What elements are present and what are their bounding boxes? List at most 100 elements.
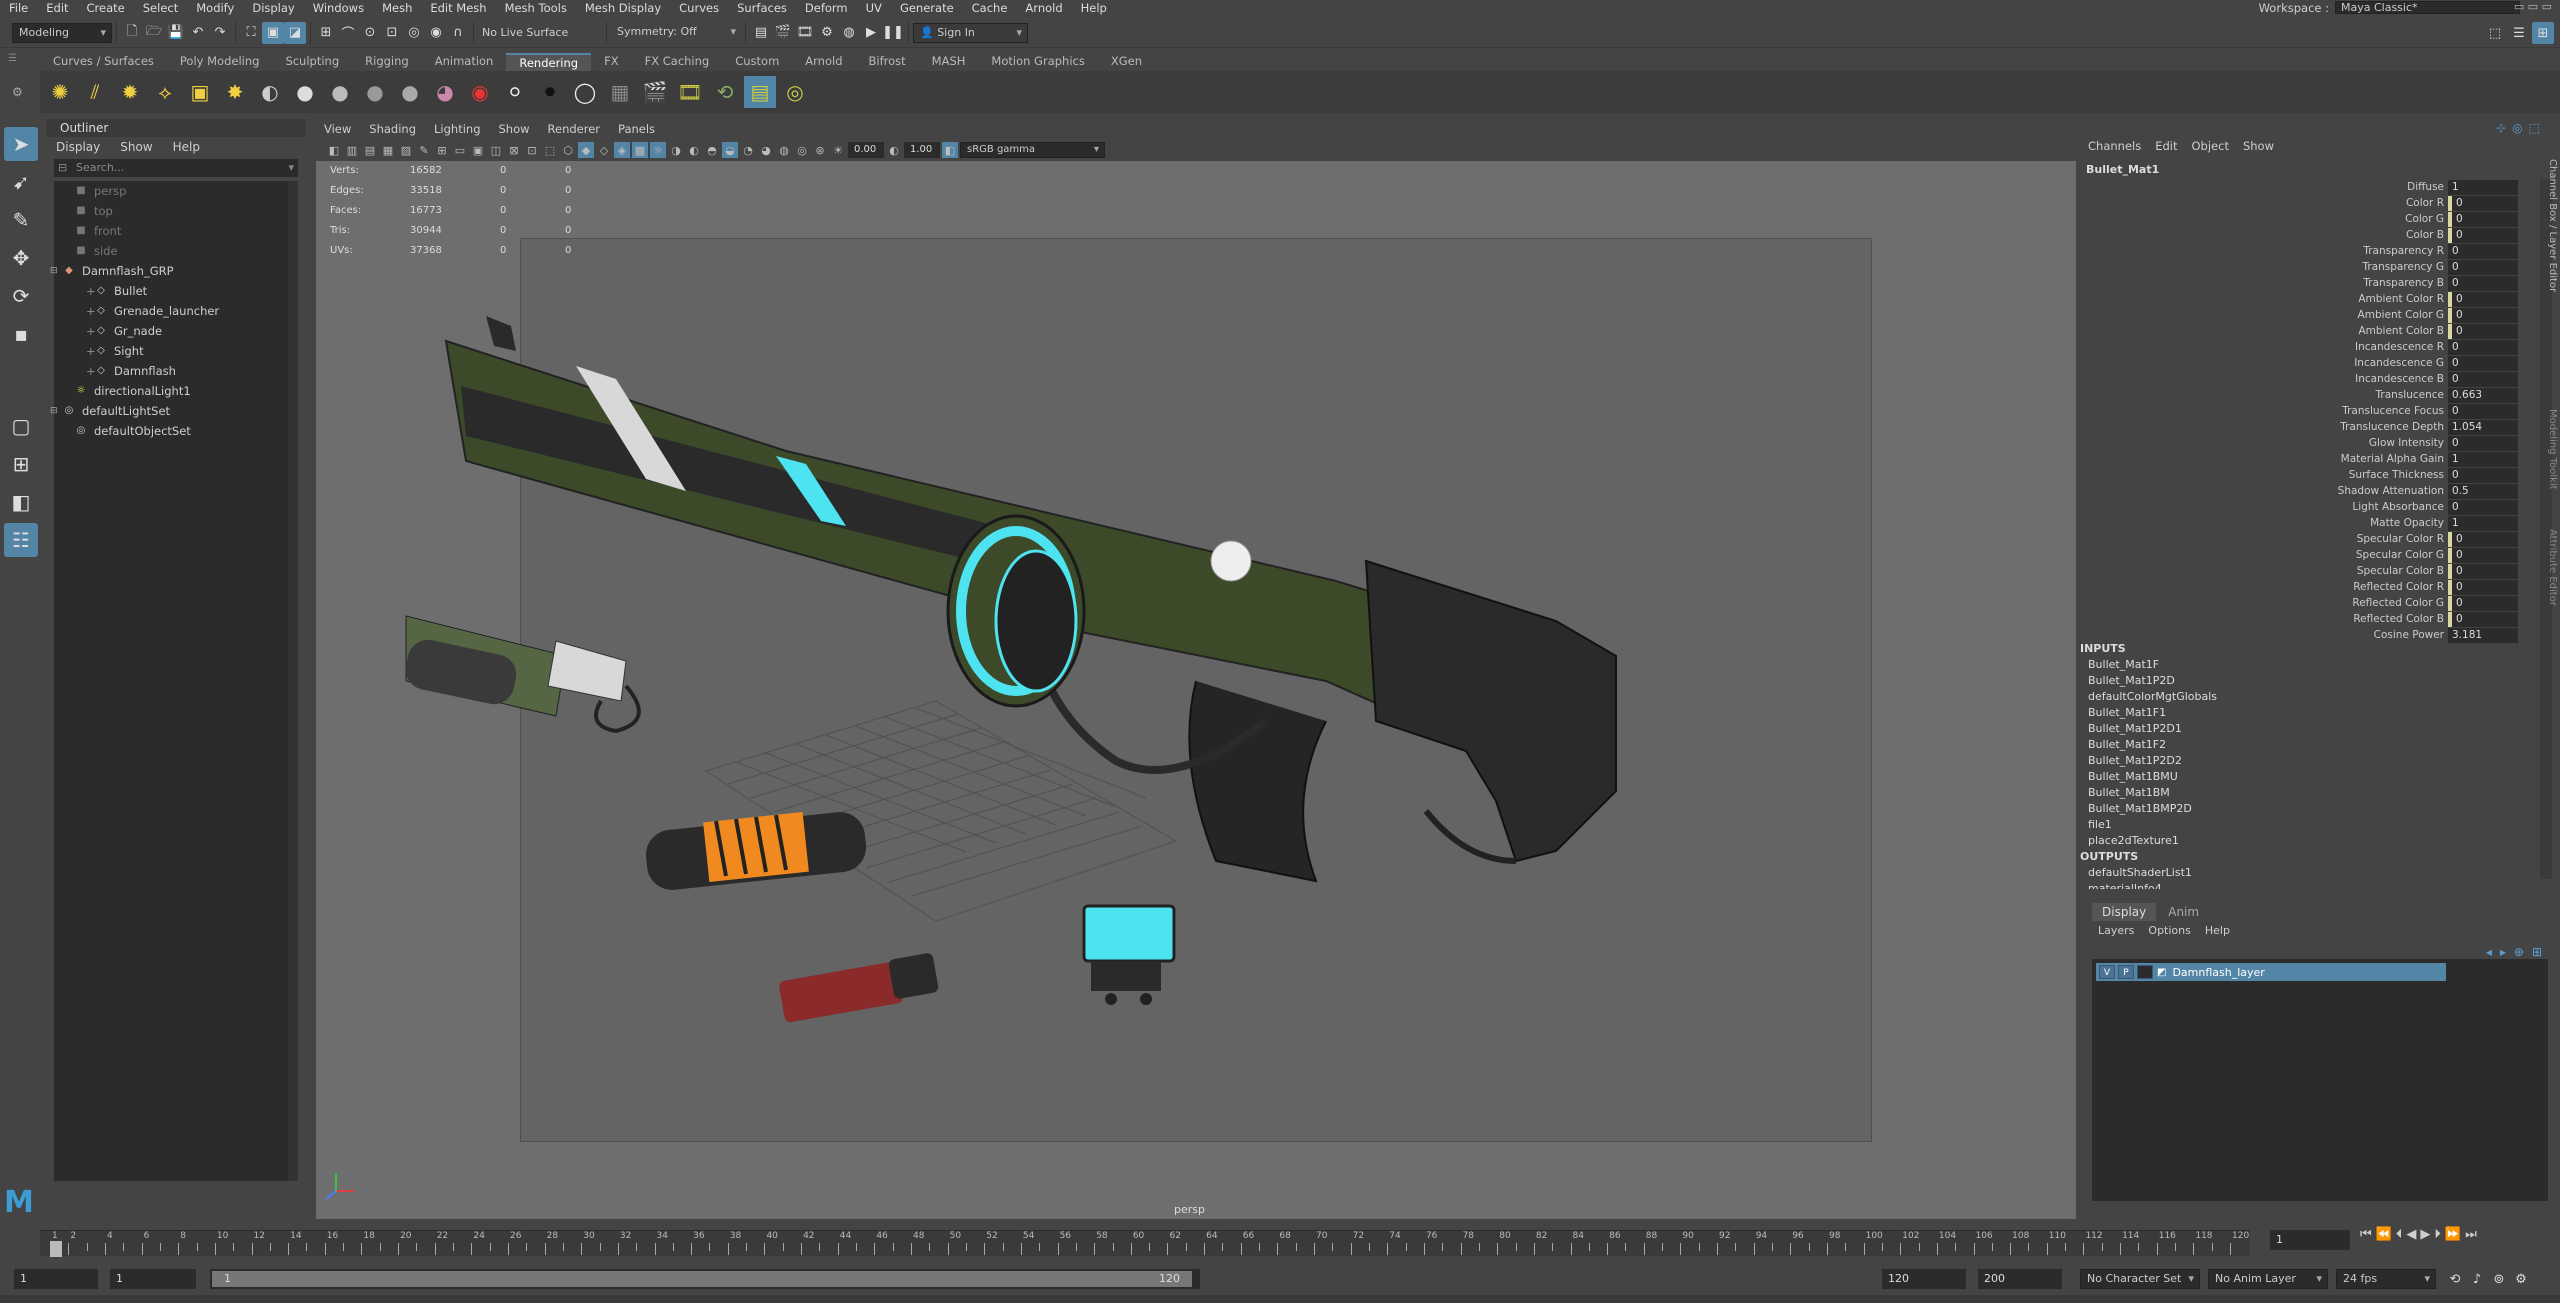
playback-end-field[interactable]: 120 [1882, 1269, 1966, 1289]
render-view-icon[interactable]: 🎬 [639, 76, 671, 108]
channel-attribute[interactable]: Specular Color R 0 [2078, 531, 2540, 547]
snap-view-icon[interactable]: ⊡ [381, 22, 403, 44]
viewport-menu-show[interactable]: Show [499, 122, 530, 136]
2d-pan-zoom-icon[interactable]: ▨ [398, 142, 414, 158]
spot-light-icon[interactable]: ⟡ [149, 76, 181, 108]
anim-prefs-icon[interactable]: ⚙ [2510, 1268, 2532, 1290]
attribute-value[interactable]: 0 [2448, 227, 2518, 243]
channel-attribute[interactable]: Material Alpha Gain 1 [2078, 451, 2540, 467]
pause-render-icon[interactable]: ❚❚ [882, 22, 904, 44]
input-node[interactable]: Bullet_Mat1BM [2078, 785, 2540, 801]
auto-key-icon[interactable]: ⊚ [2488, 1268, 2510, 1290]
layer-tab-display[interactable]: Display [2092, 903, 2157, 921]
layer-menu-help[interactable]: Help [2205, 924, 2230, 937]
viewport-menu-view[interactable]: View [324, 122, 351, 136]
step-forward-icon[interactable]: ⏩ [2445, 1227, 2461, 1242]
channel-attribute[interactable]: Color G 0 [2078, 211, 2540, 227]
surface-shader-icon[interactable]: ⚪ [499, 76, 531, 108]
input-node[interactable]: Bullet_Mat1P2D [2078, 673, 2540, 689]
menu-file[interactable]: File [0, 1, 37, 15]
attribute-value[interactable]: 0 [2448, 467, 2518, 483]
viewport-menu-lighting[interactable]: Lighting [434, 122, 480, 136]
render-frame-icon[interactable]: 🎬 [772, 22, 794, 44]
redo-icon[interactable]: ↷ [209, 22, 231, 44]
point-light-icon[interactable]: ✹ [114, 76, 146, 108]
expand-icon[interactable]: ⊟ [50, 261, 62, 281]
exposure-field[interactable]: 0.00 [848, 142, 884, 158]
arnold-render-icon[interactable]: ▶ [860, 22, 882, 44]
texture-icon[interactable]: ▦ [604, 76, 636, 108]
shelf-tab-mash[interactable]: MASH [919, 53, 979, 71]
live-surface-field[interactable]: No Live Surface [482, 26, 602, 39]
outliner-item[interactable]: ⊟ ◆ Damnflash_GRP [50, 261, 298, 281]
shelf-menu-icon[interactable]: ⚙ [12, 85, 23, 99]
menu-mesh-tools[interactable]: Mesh Tools [496, 1, 576, 15]
menu-mesh[interactable]: Mesh [373, 1, 421, 15]
snap-point-icon[interactable]: ⊙ [359, 22, 381, 44]
resolution-gate-icon[interactable]: ▣ [470, 142, 486, 158]
hypershade-shelf-icon[interactable]: ◎ [779, 76, 811, 108]
attribute-value[interactable]: 0 [2448, 275, 2518, 291]
range-slider[interactable]: 1 120 [210, 1269, 1200, 1289]
animation-start-field[interactable]: 1 [14, 1269, 98, 1289]
render-history-icon[interactable]: ▤ [750, 22, 772, 44]
step-back-key-icon[interactable]: ⏴ [2396, 1227, 2403, 1242]
safe-action-icon[interactable]: ⊡ [524, 142, 540, 158]
step-back-icon[interactable]: ⏪ [2376, 1227, 2392, 1242]
outliner-item[interactable]: ■ persp [54, 181, 298, 201]
channel-menu-edit[interactable]: Edit [2155, 139, 2177, 153]
outliner-item[interactable]: ⊟ ◎ defaultLightSet [50, 401, 298, 421]
mode-dropdown[interactable]: Modeling [12, 22, 112, 43]
smooth-shade-icon[interactable]: ◆ [578, 142, 594, 158]
new-layer-icon[interactable]: ⊕ [2514, 945, 2524, 959]
move-layer-down-icon[interactable]: ▸ [2500, 945, 2506, 959]
current-time-marker[interactable] [50, 1241, 62, 1257]
go-to-start-icon[interactable]: ⏮ [2360, 1227, 2372, 1242]
attribute-value[interactable]: 0 [2448, 563, 2518, 579]
phonge-sphere-icon[interactable]: ● [394, 76, 426, 108]
menu-surfaces[interactable]: Surfaces [728, 1, 796, 15]
outliner-item[interactable]: + ◇ Damnflash [54, 361, 298, 381]
go-to-end-icon[interactable]: ⏭ [2465, 1227, 2477, 1242]
input-node[interactable]: Bullet_Mat1BMP2D [2078, 801, 2540, 817]
xray-joints-icon[interactable]: ⊛ [812, 142, 828, 158]
modeling-toolkit-side-tab[interactable]: Modeling Toolkit [2542, 409, 2558, 529]
new-layer-selected-icon[interactable]: ⊞ [2532, 945, 2542, 959]
input-node[interactable]: Bullet_Mat1BMU [2078, 769, 2540, 785]
outliner-item[interactable]: ■ front [54, 221, 298, 241]
lambert-sphere-icon[interactable]: ● [324, 76, 356, 108]
directional-light-icon[interactable]: ⫽ [79, 76, 111, 108]
grease-pencil-icon[interactable]: ✎ [416, 142, 432, 158]
isolate-select-icon[interactable]: ◕ [758, 142, 774, 158]
channel-attribute[interactable]: Color R 0 [2078, 195, 2540, 211]
outliner-item[interactable]: ☼ directionalLight1 [54, 381, 298, 401]
film-gate-icon[interactable]: ▭ [452, 142, 468, 158]
phong-sphere-icon[interactable]: ● [359, 76, 391, 108]
default-material-icon[interactable]: ◇ [596, 142, 612, 158]
channel-attribute[interactable]: Reflected Color R 0 [2078, 579, 2540, 595]
channel-menu-show[interactable]: Show [2243, 139, 2274, 153]
blinn-sphere-icon[interactable]: ● [289, 76, 321, 108]
rotate-tool-icon[interactable]: ⟳ [4, 279, 38, 313]
scale-tool-icon[interactable]: ▪ [4, 317, 38, 351]
attribute-value[interactable]: 0 [2448, 195, 2518, 211]
channel-attribute[interactable]: Translucence 0.663 [2078, 387, 2540, 403]
time-slider[interactable]: 1 2 4 6 8 10 12 14 16 18 20 22 24 26 28 30 32 34 36 38 40 42 4… [40, 1230, 2250, 1257]
ipr-icon[interactable]: ⟲ [709, 76, 741, 108]
3d-scene[interactable]: Verts: 16582 0 0 Edges: 33518 0 0 Faces: 16773 0 0 T… [316, 161, 2076, 1219]
channel-attribute[interactable]: Translucence Focus 0 [2078, 403, 2540, 419]
attribute-value[interactable]: 0 [2448, 579, 2518, 595]
textured-icon[interactable]: ▩ [632, 142, 648, 158]
channel-menu-channels[interactable]: Channels [2088, 139, 2141, 153]
character-set-dropdown[interactable]: No Character Set [2080, 1269, 2200, 1289]
select-tool-icon[interactable]: ➤ [4, 127, 38, 161]
shelf-tab-fx[interactable]: FX [591, 53, 632, 71]
safe-title-icon[interactable]: ⬚ [542, 142, 558, 158]
layer-color-icon[interactable]: ◩ [2157, 967, 2166, 978]
menu-cache[interactable]: Cache [963, 1, 1017, 15]
ramp-sphere-icon[interactable]: ◉ [464, 76, 496, 108]
viewport-menu-panels[interactable]: Panels [618, 122, 655, 136]
menu-select[interactable]: Select [134, 1, 187, 15]
snap-plane-icon[interactable]: ◉ [425, 22, 447, 44]
attribute-value[interactable]: 0.663 [2448, 387, 2518, 403]
